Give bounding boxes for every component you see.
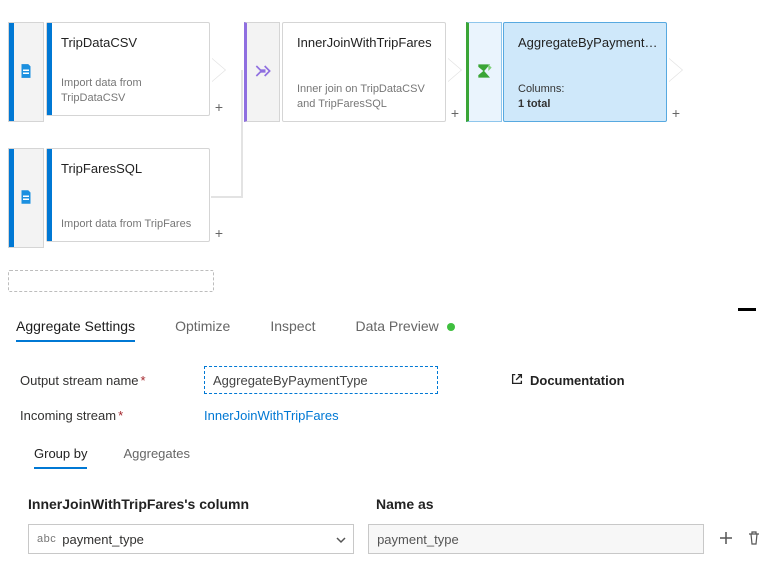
output-stream-label: Output stream name* — [20, 373, 192, 388]
output-stream-row: Output stream name* Documentation — [20, 366, 625, 394]
status-indicator-icon — [447, 323, 455, 331]
add-branch-button[interactable]: + — [451, 105, 459, 121]
datasource-icon — [17, 188, 35, 209]
add-branch-button[interactable]: + — [215, 225, 223, 241]
aggregate-icon — [475, 61, 495, 84]
node-aggregate[interactable]: AggregateByPaymentTy... Columns: 1 total… — [503, 22, 667, 122]
node-desc: Import data from TripDataCSV — [61, 76, 201, 105]
groupby-row: abc payment_type — [28, 524, 762, 554]
transform-icon-block-join — [244, 22, 280, 122]
datasource-icon — [17, 62, 35, 83]
dropdown-value: payment_type — [62, 532, 144, 547]
columns-value: 1 total — [518, 98, 550, 110]
add-source-placeholder[interactable] — [8, 270, 214, 292]
documentation-link[interactable]: Documentation — [510, 372, 625, 389]
tab-aggregate-settings[interactable]: Aggregate Settings — [16, 318, 135, 342]
node-desc: Import data from TripFares — [61, 217, 201, 231]
flow-arrow — [212, 58, 226, 82]
add-branch-button[interactable]: + — [215, 99, 223, 115]
delete-row-button[interactable] — [746, 530, 762, 549]
transform-icon-block-aggregate — [466, 22, 502, 122]
subtab-group-by[interactable]: Group by — [34, 446, 87, 469]
external-link-icon — [510, 372, 524, 389]
node-title: InnerJoinWithTripFares — [297, 35, 437, 50]
add-branch-button[interactable]: + — [672, 105, 680, 121]
source-icon-block-tripdata — [8, 22, 44, 122]
chevron-down-icon — [335, 534, 347, 549]
node-desc: Columns: 1 total — [518, 82, 658, 111]
header-source-column: InnerJoinWithTripFares's column — [28, 496, 376, 512]
node-innerjoin[interactable]: InnerJoinWithTripFares Inner join on Tri… — [282, 22, 446, 122]
header-name-as: Name as — [376, 496, 434, 512]
columns-label: Columns: — [518, 83, 564, 95]
node-title: TripDataCSV — [61, 35, 201, 50]
required-marker: * — [118, 408, 123, 423]
groupby-column-dropdown[interactable]: abc payment_type — [28, 524, 354, 554]
incoming-stream-link[interactable]: InnerJoinWithTripFares — [204, 408, 339, 423]
aggregate-subtabs: Group by Aggregates — [34, 446, 190, 469]
join-icon — [253, 61, 273, 84]
groupby-column-headers: InnerJoinWithTripFares's column Name as — [28, 496, 762, 512]
row-actions — [718, 530, 762, 549]
source-icon-block-tripfares — [8, 148, 44, 248]
node-title: AggregateByPaymentTy... — [518, 35, 658, 50]
tab-label: Data Preview — [355, 318, 438, 334]
name-as-input[interactable] — [368, 524, 704, 554]
tab-data-preview[interactable]: Data Preview — [355, 318, 454, 342]
connector-line — [241, 70, 243, 198]
tab-inspect[interactable]: Inspect — [270, 318, 315, 342]
datatype-string-icon: abc — [37, 533, 56, 545]
output-stream-name-input[interactable] — [204, 366, 438, 394]
node-desc: Inner join on TripDataCSV and TripFaresS… — [297, 82, 437, 111]
dataflow-canvas[interactable]: TripDataCSV Import data from TripDataCSV… — [0, 0, 782, 260]
node-tripfaressql[interactable]: TripFaresSQL Import data from TripFares … — [46, 148, 210, 242]
node-tripdatacsv[interactable]: TripDataCSV Import data from TripDataCSV… — [46, 22, 210, 116]
subtab-aggregates[interactable]: Aggregates — [123, 446, 190, 469]
flow-arrow — [669, 58, 683, 82]
minimize-settings-button[interactable] — [738, 308, 756, 311]
connector-line — [211, 196, 241, 198]
required-marker: * — [141, 373, 146, 388]
incoming-stream-row: Incoming stream* InnerJoinWithTripFares — [20, 408, 339, 423]
tab-optimize[interactable]: Optimize — [175, 318, 230, 342]
incoming-stream-label: Incoming stream* — [20, 408, 192, 423]
node-title: TripFaresSQL — [61, 161, 201, 176]
flow-arrow — [448, 58, 462, 82]
settings-tabs: Aggregate Settings Optimize Inspect Data… — [16, 318, 766, 342]
add-row-button[interactable] — [718, 530, 734, 549]
